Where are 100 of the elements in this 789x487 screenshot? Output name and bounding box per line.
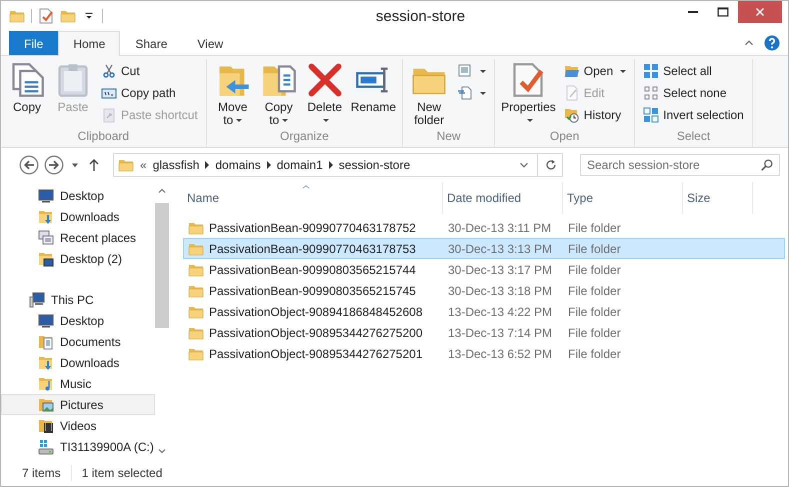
type-cell-text: File folder	[567, 346, 622, 360]
date-cell-text: 30-Dec-13 3:13 PM	[447, 242, 554, 256]
date-cell-text: 30-Dec-13 3:18 PM	[447, 284, 554, 298]
windows-icon	[38, 230, 54, 246]
file-tab[interactable]: File	[9, 31, 58, 55]
nav-item[interactable]: TI31139900A (C:)	[1, 436, 155, 457]
type-cell-text: File folder	[567, 220, 622, 234]
forward-icon[interactable]	[44, 155, 64, 175]
ribbon-button[interactable]: Move to	[210, 59, 255, 129]
empty-grid-icon	[643, 85, 660, 101]
group-label: Open	[548, 129, 580, 145]
nav-item[interactable]: Music	[1, 373, 155, 394]
downloads-folder-icon	[38, 208, 54, 224]
ribbon-button[interactable]: Copy path	[101, 84, 198, 102]
item-count: 7 items	[22, 466, 61, 480]
properties-icon[interactable]	[38, 8, 54, 24]
scrollbar-thumb[interactable]	[154, 203, 169, 328]
nav-item[interactable]: Downloads	[1, 352, 155, 373]
nav-item[interactable]: Videos	[1, 415, 155, 436]
file-row[interactable]: PassivationObject-90895344276275201 13-Dec-13 6:52 PM File folder	[183, 343, 785, 364]
column-header[interactable]: Type	[563, 182, 683, 214]
maximize-icon	[716, 5, 730, 19]
ribbon-button[interactable]: New folder	[407, 59, 452, 129]
file-name: PassivationObject-90895344276275200	[209, 326, 422, 340]
ribbon-button[interactable]: Properties	[499, 59, 558, 129]
file-name: PassivationBean-90990770463178752	[209, 220, 416, 234]
type-cell-text: File folder	[567, 242, 622, 256]
date-cell-text: 30-Dec-13 3:17 PM	[447, 262, 554, 276]
ribbon-button[interactable]	[457, 84, 486, 102]
document-icon	[457, 63, 474, 79]
nav-item[interactable]: Desktop (2)	[1, 248, 155, 269]
music-folder-icon	[38, 376, 54, 392]
folder-icon	[118, 157, 134, 173]
ribbon-button[interactable]: Cut	[101, 62, 198, 80]
file-row[interactable]: PassivationObject-90894186848452608 13-Dec-13 4:22 PM File folder	[183, 301, 785, 322]
column-header[interactable]: Name	[183, 182, 443, 214]
scissors-icon	[101, 63, 117, 79]
file-name: PassivationObject-90894186848452608	[209, 304, 422, 318]
date-cell-text: 13-Dec-13 4:22 PM	[447, 304, 554, 318]
help-icon[interactable]	[764, 35, 780, 51]
file-row[interactable]: PassivationBean-90990803565215745 30-Dec-13 3:18 PM File folder	[183, 280, 785, 301]
invert-grid-icon	[643, 107, 660, 123]
selection-count: 1 item selected	[82, 466, 162, 480]
documents-folder-icon	[38, 334, 54, 350]
ribbon-button[interactable]: Copy	[5, 59, 49, 129]
ribbon-tab[interactable]: View	[182, 31, 238, 55]
file-row[interactable]: PassivationObject-90895344276275200 13-Dec-13 7:14 PM File folder	[183, 322, 785, 343]
ribbon-button[interactable]: Open	[564, 62, 626, 80]
type-cell-text: File folder	[567, 284, 622, 298]
monitor-icon	[38, 312, 54, 328]
file-name: PassivationBean-90990770463178753	[209, 242, 416, 256]
ribbon-button[interactable]: Rename	[348, 59, 398, 129]
date-cell-text: 13-Dec-13 6:52 PM	[447, 346, 554, 360]
minimize-icon	[688, 11, 698, 13]
nav-item[interactable]: Desktop	[1, 310, 155, 331]
pictures-folder-icon	[38, 396, 54, 412]
file-row[interactable]: PassivationBean-90990770463178753 30-Dec-13 3:13 PM File folder	[183, 238, 785, 259]
nav-item[interactable]: Recent places	[1, 227, 155, 248]
document-lines-icon	[457, 85, 474, 101]
file-row[interactable]: PassivationBean-90990770463178752 30-Dec-13 3:11 PM File folder	[183, 217, 785, 238]
search-icon	[760, 158, 774, 172]
ribbon-button[interactable]: History	[564, 106, 626, 124]
type-cell-text: File folder	[567, 304, 622, 318]
refresh-icon	[544, 158, 558, 172]
desktop-folder-icon	[38, 250, 54, 266]
column-header[interactable]: Size	[683, 182, 753, 214]
nav-item[interactable]: Desktop	[1, 185, 155, 206]
search-field[interactable]: Search session-store	[580, 154, 780, 176]
nav-item[interactable]: Downloads	[1, 206, 155, 227]
cross-icon	[306, 62, 343, 98]
folder-icon	[9, 8, 25, 24]
monitor-icon	[38, 188, 54, 204]
ribbon-button[interactable]: Copy to	[256, 59, 301, 129]
group-label: Select	[676, 129, 712, 145]
back-icon[interactable]	[19, 155, 39, 175]
ribbon-tab[interactable]: Home	[58, 31, 120, 56]
group-label: Organize	[279, 129, 330, 145]
ribbon-button[interactable]: Select all	[643, 62, 744, 80]
computer-icon	[29, 292, 45, 308]
nav-item[interactable]: This PC	[1, 289, 155, 310]
file-name: PassivationBean-90990803565215744	[209, 262, 416, 276]
ribbon-button[interactable]: Select none	[643, 84, 744, 102]
ribbon-button[interactable]: Delete	[302, 59, 347, 129]
shortcut-icon	[101, 107, 117, 123]
type-cell-text: File folder	[567, 262, 622, 276]
date-cell-text: 30-Dec-13 3:11 PM	[447, 220, 552, 234]
downloads-folder-icon	[38, 354, 54, 370]
window-title: session-store	[374, 8, 466, 24]
nav-item[interactable]: Documents	[1, 331, 155, 352]
type-cell-text: File folder	[567, 326, 622, 340]
videos-folder-icon	[38, 418, 54, 434]
ribbon-button[interactable]: Invert selection	[643, 106, 744, 124]
ribbon-tab[interactable]: Share	[120, 31, 182, 55]
grid-icon	[643, 63, 660, 79]
column-header[interactable]: Date modified	[443, 182, 563, 214]
address-bar[interactable]: « glassfish domains domain1 session-store	[113, 153, 563, 177]
file-row[interactable]: PassivationBean-90990803565215744 30-Dec-13 3:17 PM File folder	[183, 259, 785, 280]
nav-item[interactable]: Pictures	[1, 394, 155, 415]
date-cell-text: 13-Dec-13 7:14 PM	[447, 326, 554, 340]
file-name: PassivationBean-90990803565215745	[209, 284, 416, 298]
